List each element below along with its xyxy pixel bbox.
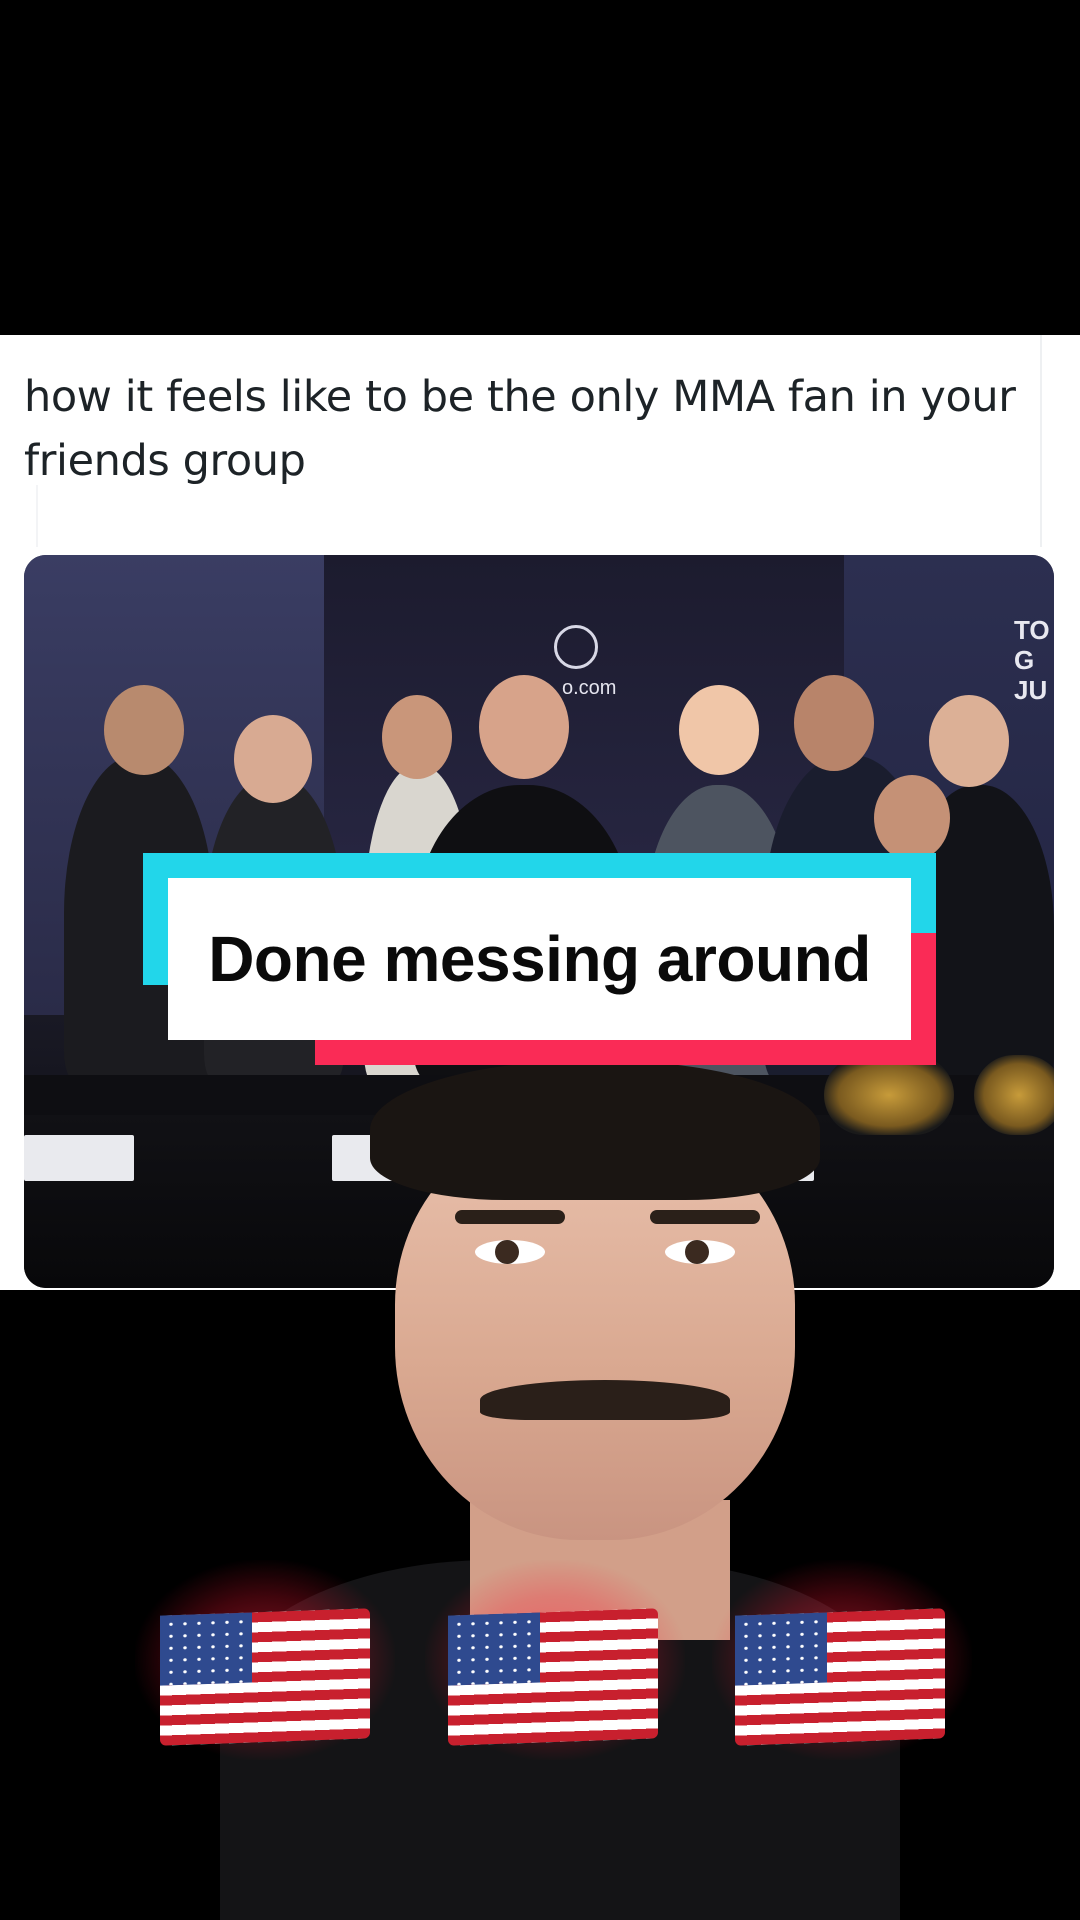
mustache bbox=[480, 1380, 730, 1420]
pupil bbox=[685, 1240, 709, 1264]
person-head bbox=[479, 675, 569, 779]
person-head bbox=[794, 675, 874, 771]
championship-belt bbox=[974, 1055, 1054, 1135]
person-head bbox=[929, 695, 1009, 787]
us-flag-icon bbox=[160, 1608, 370, 1746]
person-head bbox=[679, 685, 759, 775]
person-head bbox=[234, 715, 312, 803]
nameplate bbox=[24, 1135, 134, 1181]
divider bbox=[1040, 335, 1042, 547]
caption-box: Done messing around bbox=[168, 878, 911, 1040]
us-flag-icon bbox=[448, 1608, 658, 1746]
caption-text: Done messing around bbox=[208, 923, 871, 995]
person-head bbox=[104, 685, 184, 775]
divider bbox=[36, 485, 38, 547]
tweet-text: how it feels like to be the only MMA fan… bbox=[24, 372, 1016, 486]
eyebrow bbox=[455, 1210, 565, 1224]
creator-video bbox=[220, 1060, 900, 1920]
eyebrow bbox=[650, 1210, 760, 1224]
creator-hair bbox=[370, 1060, 820, 1200]
pupil bbox=[495, 1240, 519, 1264]
person-head bbox=[382, 695, 452, 779]
person-head bbox=[874, 775, 950, 861]
us-flag-icon bbox=[735, 1608, 945, 1746]
caption-overlay: Done messing around bbox=[143, 853, 936, 1065]
